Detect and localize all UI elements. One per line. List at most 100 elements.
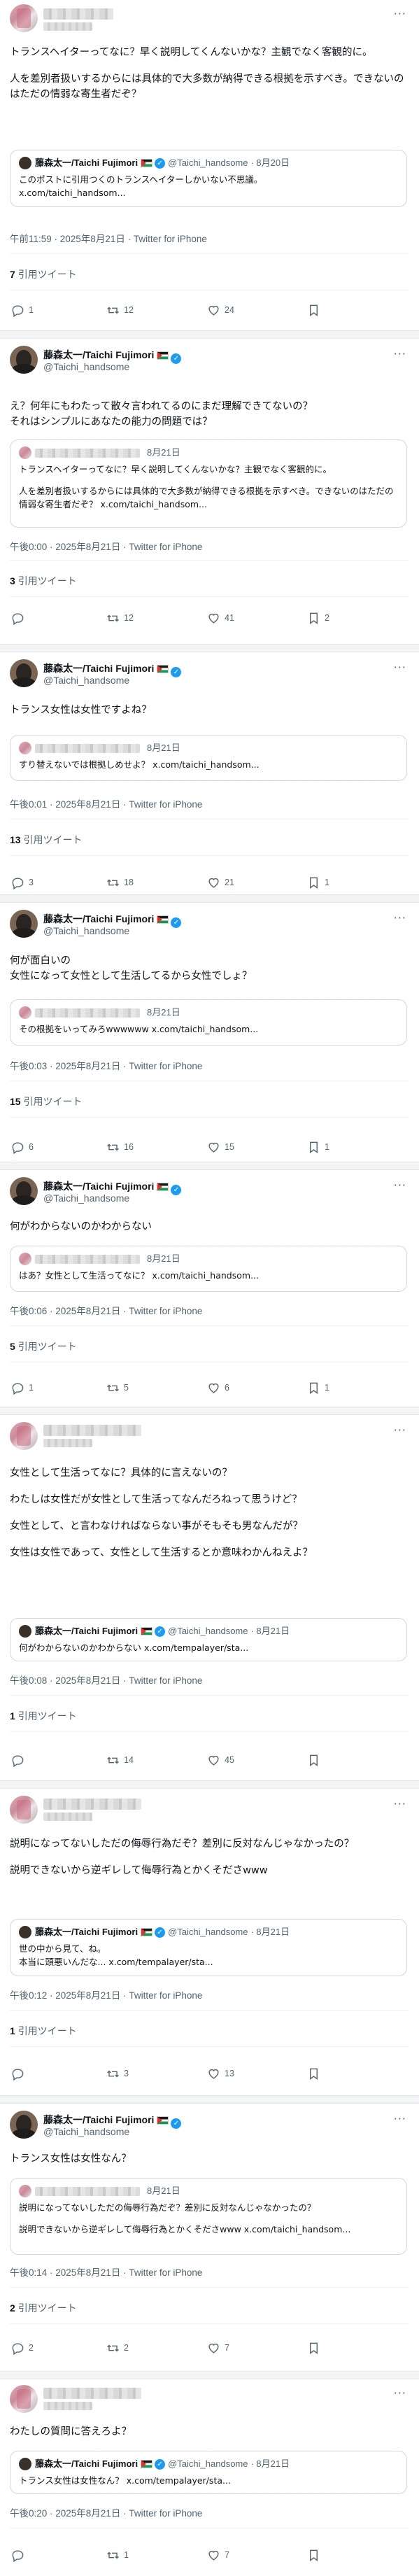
more-options-icon[interactable]: ···	[394, 1797, 406, 1810]
avatar[interactable]	[10, 1422, 38, 1450]
like-button[interactable]: 7	[207, 2547, 229, 2563]
quoted-tweet[interactable]: 8月21日 トランスヘイターってなに？早く説明してくんないかな？主観でなく客観的…	[10, 439, 407, 528]
quote-tweets-count[interactable]: 15 引用ツイート	[10, 1095, 82, 1108]
bookmark-button[interactable]	[307, 2340, 325, 2356]
author-handle[interactable]: @Taichi_handsome	[43, 2126, 129, 2137]
flag-icon	[141, 2460, 153, 2468]
retweet-button[interactable]: 12	[106, 610, 134, 626]
quote-tweets-count[interactable]: 13 引用ツイート	[10, 833, 82, 847]
quote-tweets-count[interactable]: 1 引用ツイート	[10, 1709, 77, 1723]
quoted-tweet[interactable]: 藤森太一/Taichi Fujimori ✓ @Taichi_handsome · 8…	[10, 1618, 407, 1661]
reply-button[interactable]: 3	[11, 875, 34, 890]
author-handle[interactable]: @Taichi_handsome	[43, 361, 129, 372]
reply-button[interactable]: 1	[11, 302, 34, 318]
bookmark-button[interactable]: 1	[307, 1380, 329, 1395]
retweet-icon	[107, 2070, 119, 2077]
quoted-avatar	[19, 157, 31, 169]
tweet-separator	[0, 894, 419, 903]
bookmark-button[interactable]	[307, 1752, 325, 1768]
quoted-tweet[interactable]: 藤森太一/Taichi Fujimori ✓ @Taichi_handsome · 8…	[10, 2451, 407, 2494]
bookmark-icon	[310, 612, 318, 624]
quote-tweets-count[interactable]: 1 引用ツイート	[10, 2024, 77, 2038]
retweet-button[interactable]: 5	[106, 1380, 129, 1395]
retweet-button[interactable]: 1	[106, 2547, 129, 2563]
quoted-tweet[interactable]: 藤森太一/Taichi Fujimori ✓ @Taichi_handsome · 8…	[10, 150, 407, 207]
quoted-avatar	[19, 2458, 31, 2470]
bookmark-button[interactable]	[307, 302, 325, 318]
like-button[interactable]: 13	[207, 2066, 234, 2081]
more-options-icon[interactable]: ···	[394, 911, 406, 924]
like-button[interactable]: 15	[207, 1139, 234, 1155]
retweet-button[interactable]: 12	[106, 302, 134, 318]
like-button[interactable]: 21	[207, 875, 234, 890]
quoted-tweet[interactable]: 藤森太一/Taichi Fujimori ✓ @Taichi_handsome · 8…	[10, 1919, 407, 1976]
quote-tweets-count[interactable]: 7 引用ツイート	[10, 267, 77, 281]
more-options-icon[interactable]: ···	[394, 1178, 406, 1192]
author-handle[interactable]: @Taichi_handsome	[43, 1192, 129, 1204]
tweet-timestamp[interactable]: 午後0:03 · 2025年8月21日 · Twitter for iPhone	[10, 1058, 202, 1072]
quote-tweets-count[interactable]: 3 引用ツイート	[10, 574, 77, 588]
like-button[interactable]: 41	[207, 610, 234, 626]
reply-button[interactable]	[11, 610, 29, 626]
retweet-button[interactable]: 14	[106, 1752, 134, 1768]
tweet-timestamp[interactable]: 午後0:20 · 2025年8月21日 · Twitter for iPhone	[10, 2505, 202, 2519]
retweet-icon	[107, 2552, 119, 2559]
more-options-icon[interactable]: ···	[394, 7, 406, 20]
quoted-tweet[interactable]: 8月21日 説明になってないしただの侮辱行為だぞ？差別に反対なんじゃなかったの？…	[10, 2178, 407, 2255]
author-handle[interactable]: @Taichi_handsome	[43, 925, 129, 936]
quote-tweets-count[interactable]: 2 引用ツイート	[10, 2301, 77, 2315]
tweet-actions: 12 41 2	[10, 610, 409, 626]
reply-button[interactable]: 6	[11, 1139, 34, 1155]
like-button[interactable]: 6	[207, 1380, 229, 1395]
divider	[10, 2323, 409, 2324]
more-options-icon[interactable]: ···	[394, 2386, 406, 2400]
tweet-timestamp[interactable]: 午後0:08 · 2025年8月21日 · Twitter for iPhone	[10, 1673, 202, 1687]
retweet-button[interactable]: 3	[106, 2066, 129, 2081]
bookmark-button[interactable]: 1	[307, 1139, 329, 1155]
avatar[interactable]	[10, 2385, 38, 2413]
more-options-icon[interactable]: ···	[394, 661, 406, 674]
quoted-author-redacted	[35, 2186, 140, 2196]
avatar[interactable]	[10, 1796, 38, 1824]
avatar[interactable]	[10, 2111, 38, 2139]
retweet-button[interactable]: 16	[106, 1139, 134, 1155]
reply-icon	[12, 2342, 24, 2355]
tweet-timestamp[interactable]: 午前11:59 · 2025年8月21日 · Twitter for iPhon…	[10, 231, 207, 245]
reply-button[interactable]	[11, 2066, 29, 2081]
tweet-timestamp[interactable]: 午後0:01 · 2025年8月21日 · Twitter for iPhone	[10, 796, 202, 810]
quoted-tweet[interactable]: 8月21日 すり替えないでは根拠しめせよ？ x.com/taichi_hands…	[10, 735, 407, 781]
tweet-timestamp[interactable]: 午後0:00 · 2025年8月21日 · Twitter for iPhone	[10, 539, 202, 553]
quoted-tweet[interactable]: 8月21日 はあ？女性として生活ってなに？ x.com/taichi_hands…	[10, 1246, 407, 1292]
bookmark-button[interactable]	[307, 2547, 325, 2563]
author-handle[interactable]: @Taichi_handsome	[43, 675, 129, 686]
tweet-timestamp[interactable]: 午後0:14 · 2025年8月21日 · Twitter for iPhone	[10, 2265, 202, 2279]
bookmark-button[interactable]: 2	[307, 610, 329, 626]
tweet-timestamp[interactable]: 午後0:12 · 2025年8月21日 · Twitter for iPhone	[10, 1987, 202, 2001]
reply-button[interactable]: 1	[11, 1380, 34, 1395]
avatar[interactable]	[10, 910, 38, 938]
bookmark-button[interactable]	[307, 2066, 325, 2081]
tweet-actions: 1 7	[10, 2547, 409, 2563]
like-button[interactable]: 24	[207, 302, 234, 318]
like-button[interactable]: 45	[207, 1752, 234, 1768]
tweet-timestamp[interactable]: 午後0:06 · 2025年8月21日 · Twitter for iPhone	[10, 1303, 202, 1317]
bookmark-icon	[310, 877, 318, 889]
more-options-icon[interactable]: ···	[394, 2112, 406, 2125]
divider	[10, 855, 409, 856]
retweet-button[interactable]: 2	[106, 2340, 129, 2356]
avatar[interactable]	[10, 346, 38, 374]
more-options-icon[interactable]: ···	[394, 347, 406, 360]
avatar[interactable]	[10, 1177, 38, 1205]
flag-icon	[157, 351, 169, 360]
like-button[interactable]: 7	[207, 2340, 229, 2356]
quoted-tweet[interactable]: 8月21日 その根拠をいってみろwwwwww x.com/taichi_hand…	[10, 999, 407, 1046]
quote-tweets-count[interactable]: 5 引用ツイート	[10, 1339, 77, 1353]
reply-button[interactable]	[11, 1752, 29, 1768]
retweet-button[interactable]: 18	[106, 875, 134, 890]
reply-button[interactable]	[11, 2547, 29, 2563]
avatar[interactable]	[10, 659, 38, 687]
reply-button[interactable]: 2	[11, 2340, 34, 2356]
more-options-icon[interactable]: ···	[394, 1423, 406, 1437]
bookmark-button[interactable]: 1	[307, 875, 329, 890]
avatar[interactable]	[10, 4, 38, 32]
